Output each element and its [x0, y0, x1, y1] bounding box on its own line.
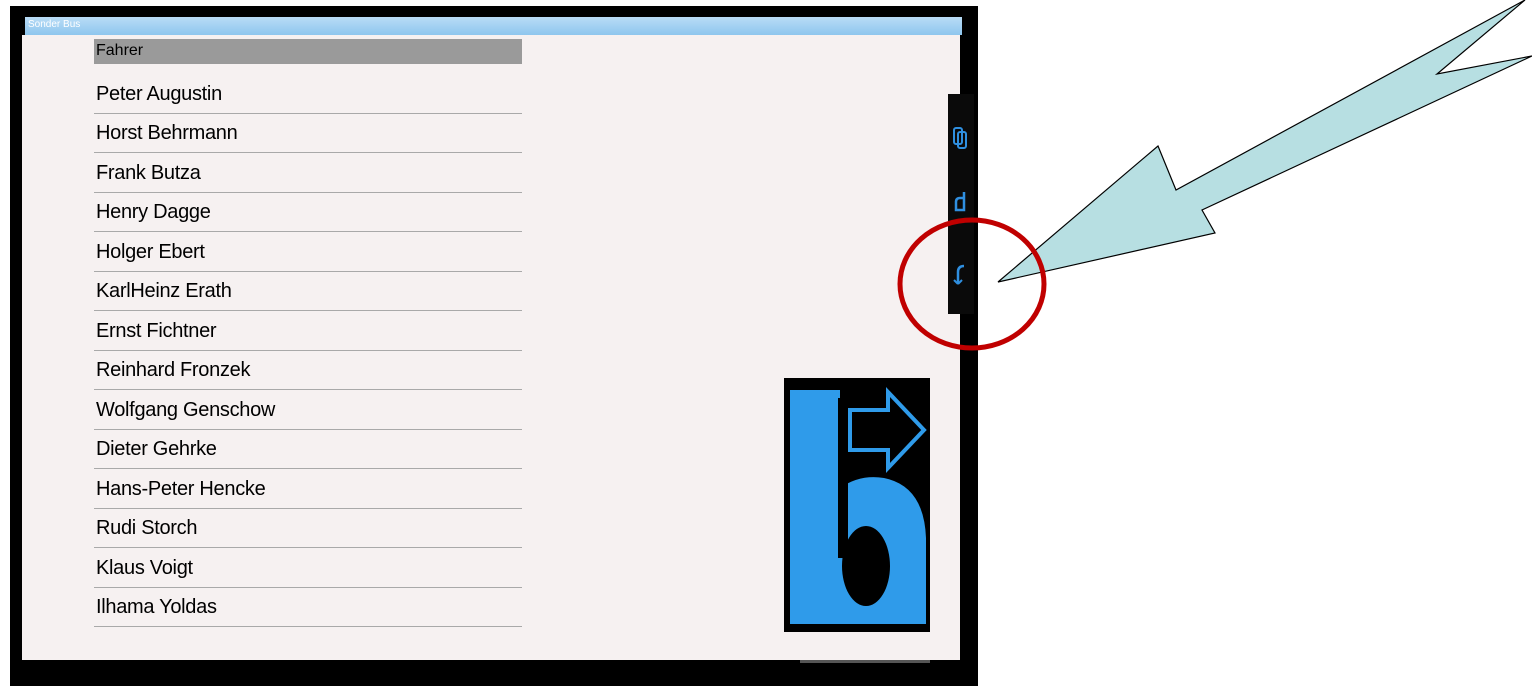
callout-arrow-annotation [897, 0, 1532, 351]
